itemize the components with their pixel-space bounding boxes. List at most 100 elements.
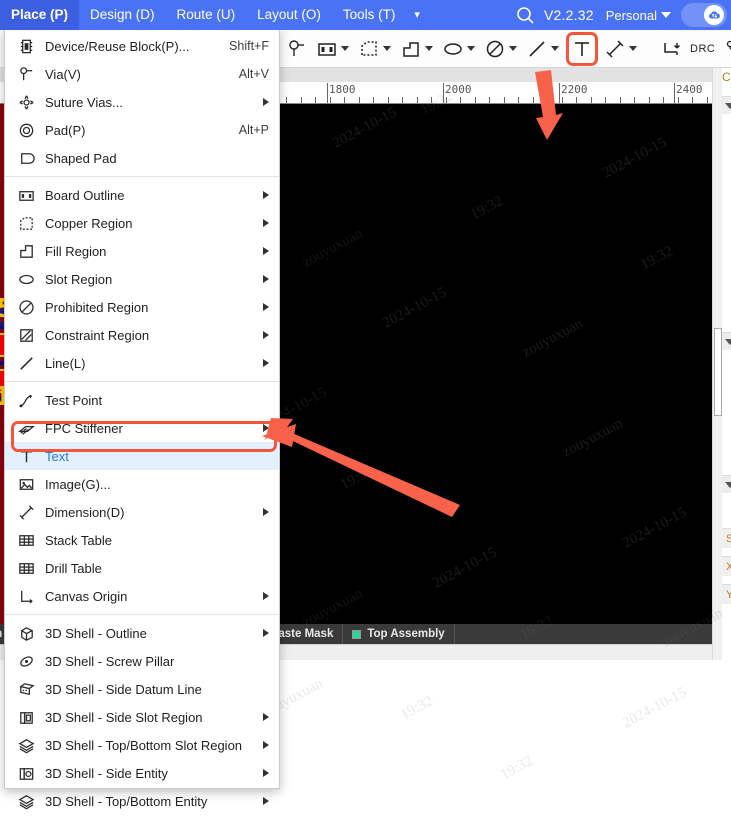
- menu-bar[interactable]: Place (P) Design (D) Route (U) Layout (O) To…: [0, 0, 731, 30]
- menu-item-prohibited-region[interactable]: Prohibited Region: [5, 293, 279, 321]
- panel-section-header[interactable]: P: [722, 332, 731, 350]
- ruler-tick: [315, 97, 316, 103]
- menu-item-shaped-pad[interactable]: Shaped Pad: [5, 144, 279, 172]
- menu-item-label: Drill Table: [45, 560, 102, 576]
- menu-item-dimension-d[interactable]: Dimension(D): [5, 498, 279, 526]
- chevron-down-icon[interactable]: [467, 46, 475, 51]
- vscroll-thumb[interactable]: [714, 328, 722, 416]
- chevron-down-icon[interactable]: [425, 46, 433, 51]
- panel-field[interactable]: Y: [722, 584, 731, 604]
- menu-item-label: Line(L): [45, 355, 86, 371]
- ruler-tick: [620, 97, 621, 103]
- device-block-icon: [13, 35, 39, 57]
- side-slot-icon: [13, 706, 39, 728]
- menu-item-copper-region[interactable]: Copper Region: [5, 209, 279, 237]
- menu-item-label: 3D Shell - Side Slot Region: [45, 709, 203, 725]
- drc-button[interactable]: DRC: [686, 34, 719, 64]
- menu-tab-place[interactable]: Place (P): [0, 0, 80, 30]
- menu-item-label: 3D Shell - Side Datum Line: [45, 681, 202, 697]
- ruler-tick: [605, 97, 606, 103]
- line-tool[interactable]: [522, 34, 564, 64]
- menu-item-device-reuse-block-p[interactable]: Device/Reuse Block(P)... Shift+F: [5, 32, 279, 60]
- prohibited-region-tool[interactable]: [480, 34, 522, 64]
- chevron-down-icon[interactable]: [383, 46, 391, 51]
- panel-field[interactable]: S: [722, 528, 731, 548]
- menu-tab-layout[interactable]: Layout (O): [246, 0, 332, 30]
- via-tool[interactable]: [282, 34, 312, 64]
- place-menu-dropdown[interactable]: Device/Reuse Block(P)... Shift+F Via(V) Alt…: [4, 27, 280, 809]
- import-icon: [658, 36, 684, 62]
- menu-item-test-point[interactable]: Test Point: [5, 386, 279, 414]
- chevron-down-icon: [725, 338, 731, 345]
- menu-tab-tools[interactable]: Tools (T): [332, 0, 407, 30]
- menu-item-board-outline[interactable]: Board Outline: [5, 181, 279, 209]
- fill-region-tool[interactable]: [396, 34, 438, 64]
- layer-toggle[interactable]: Top Assembly: [343, 624, 455, 644]
- search-icon[interactable]: [514, 4, 536, 26]
- menu-item-drill-table[interactable]: Drill Table: [5, 554, 279, 582]
- prohibited-region-icon: [482, 36, 508, 62]
- menu-item-via-v[interactable]: Via(V) Alt+V: [5, 60, 279, 88]
- layers-icon: [13, 734, 39, 756]
- menu-item-3d-shell-side-datum-line[interactable]: 3D Shell - Side Datum Line: [5, 675, 279, 703]
- menu-item-suture-vias[interactable]: Suture Vias...: [5, 88, 279, 116]
- copper-region-tool[interactable]: [354, 34, 396, 64]
- menu-tab-design[interactable]: Design (D): [79, 0, 166, 30]
- dimension-icon: [602, 36, 628, 62]
- menu-item-label: Shaped Pad: [45, 150, 117, 166]
- screw-pillar-icon: [13, 650, 39, 672]
- chevron-right-icon: [263, 331, 269, 339]
- menu-overflow-icon[interactable]: ▾: [406, 0, 428, 30]
- board-outline-icon: [13, 184, 39, 206]
- image-icon: [13, 473, 39, 495]
- menu-item-constraint-region[interactable]: Constraint Region: [5, 321, 279, 349]
- import-tool[interactable]: [656, 34, 686, 64]
- text-tool[interactable]: [566, 31, 598, 66]
- panel-field[interactable]: X: [722, 556, 731, 576]
- menu-item-stack-table[interactable]: Stack Table: [5, 526, 279, 554]
- menu-item-fill-region[interactable]: Fill Region: [5, 237, 279, 265]
- via-icon: [284, 36, 310, 62]
- chevron-down-icon[interactable]: [661, 12, 671, 18]
- menu-separator: [5, 176, 279, 177]
- menu-separator: [5, 381, 279, 382]
- chevron-down-icon[interactable]: [341, 46, 349, 51]
- menu-item-3d-shell-top-bottom-entity[interactable]: 3D Shell - Top/Bottom Entity: [5, 787, 279, 815]
- slot-region-tool[interactable]: [438, 34, 480, 64]
- menu-item-3d-shell-outline[interactable]: 3D Shell - Outline: [5, 619, 279, 647]
- fill-region-icon: [398, 36, 424, 62]
- properties-panel[interactable]: Con P P L S X Y: [722, 62, 731, 662]
- menu-item-3d-shell-screw-pillar[interactable]: 3D Shell - Screw Pillar: [5, 647, 279, 675]
- panel-section-header[interactable]: P: [722, 96, 731, 114]
- menu-item-slot-region[interactable]: Slot Region: [5, 265, 279, 293]
- panel-section-header[interactable]: L: [722, 475, 731, 493]
- dimension-icon: [13, 501, 39, 523]
- chevron-right-icon: [263, 769, 269, 777]
- chevron-down-icon: [725, 102, 731, 109]
- menu-item-canvas-origin[interactable]: Canvas Origin: [5, 582, 279, 610]
- chevron-right-icon: [263, 219, 269, 227]
- chevron-down-icon[interactable]: [509, 46, 517, 51]
- account-label[interactable]: Personal: [606, 8, 657, 23]
- menu-tab-route[interactable]: Route (U): [166, 0, 247, 30]
- menu-item-3d-shell-side-entity[interactable]: 3D Shell - Side Entity: [5, 759, 279, 787]
- ruler-tick: [373, 97, 374, 103]
- menu-item-fpc-stiffener[interactable]: FPC Stiffener: [5, 414, 279, 442]
- menu-item-label: Image(G)...: [45, 476, 111, 492]
- vertical-scrollbar[interactable]: [712, 68, 722, 660]
- board-outline-tool[interactable]: [312, 34, 354, 64]
- chevron-down-icon[interactable]: [551, 46, 559, 51]
- menu-item-3d-shell-side-slot-region[interactable]: 3D Shell - Side Slot Region: [5, 703, 279, 731]
- ruler-tick: [417, 97, 418, 103]
- menu-item-3d-shell-top-bottom-slot-region[interactable]: 3D Shell - Top/Bottom Slot Region: [5, 731, 279, 759]
- cloud-sync-button[interactable]: [681, 3, 727, 27]
- menu-item-text[interactable]: Text: [5, 442, 279, 470]
- chevron-down-icon[interactable]: [629, 46, 637, 51]
- ruler-tick: [475, 97, 476, 103]
- net-tool[interactable]: [719, 34, 731, 64]
- menu-item-line-l[interactable]: Line(L): [5, 349, 279, 377]
- menu-item-pad-p[interactable]: Pad(P) Alt+P: [5, 116, 279, 144]
- dimension-tool[interactable]: [600, 34, 642, 64]
- ruler-tick: [330, 97, 331, 103]
- menu-item-image-g[interactable]: Image(G)...: [5, 470, 279, 498]
